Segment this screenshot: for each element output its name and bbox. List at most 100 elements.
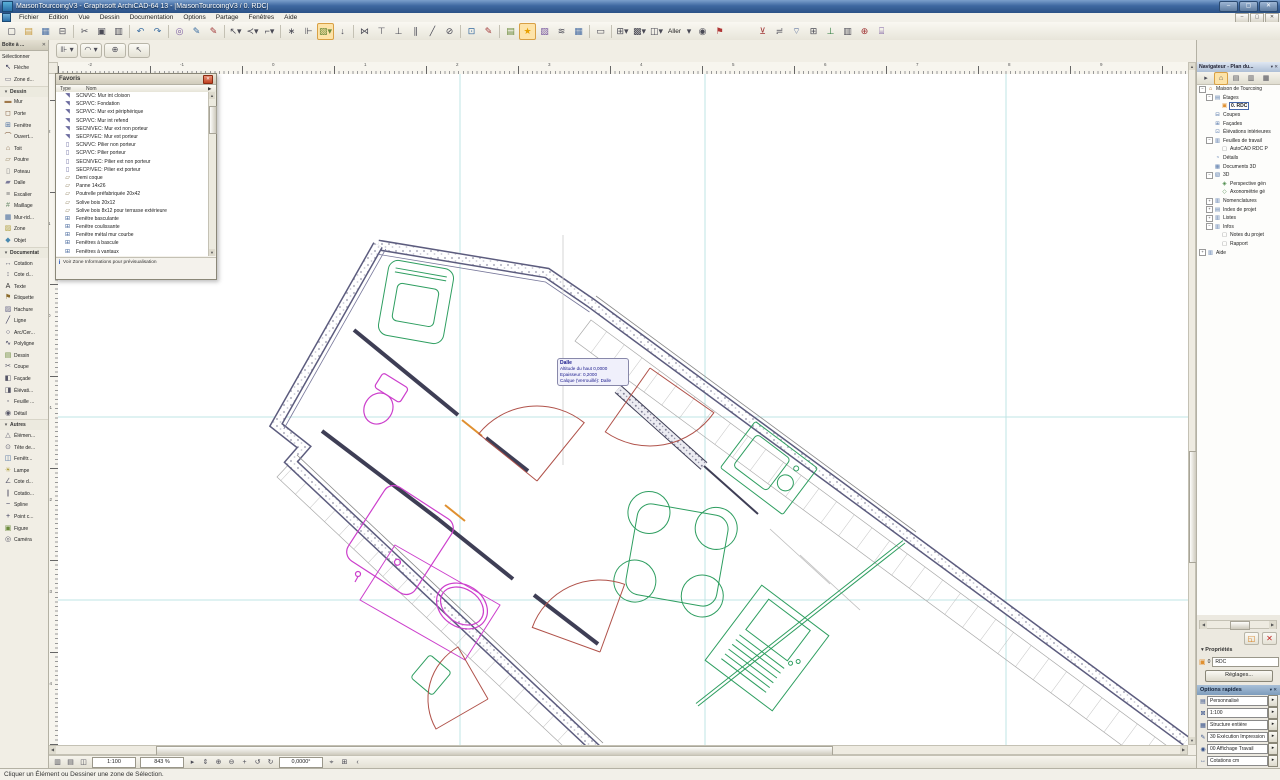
tree-0-rdc[interactable]: ▣ 0. RDC <box>1197 102 1280 111</box>
window-layout-dropdown[interactable]: ⊞▾ <box>614 23 631 40</box>
tw-send-button[interactable]: ⊻ <box>754 23 771 40</box>
quick-option-arrow[interactable]: ▸ <box>1268 731 1278 743</box>
navigator-close-button[interactable]: ✕ <box>1262 632 1277 645</box>
tree-expander-icon[interactable]: − <box>1206 137 1213 145</box>
pet-selection-dropdown[interactable]: ⊪ ▾ <box>56 43 78 58</box>
quick-option-value[interactable]: 1:100 <box>1207 708 1268 718</box>
favorites-item-solive-bois-20x12[interactable]: ▱ Solive bois 20x12 <box>56 198 209 206</box>
toolbox-item-dessin[interactable]: ▾ Dessin <box>0 85 48 97</box>
undo-button[interactable]: ↶ <box>132 23 149 40</box>
menu-item-aide[interactable]: Aide <box>279 13 302 22</box>
scroll-up-arrow[interactable]: ▲ <box>1189 63 1195 70</box>
tool-texte[interactable]: A Texte <box>0 281 48 293</box>
layout-book-button[interactable]: ▥ <box>1244 72 1258 85</box>
suspend-groups-button[interactable]: ⊘ <box>441 23 458 40</box>
maximize-button[interactable]: ▢ <box>1239 1 1258 12</box>
favorites-item-fenetre-basculante[interactable]: ⊞ Fenêtre basculante <box>56 215 209 223</box>
tool-polyligne[interactable]: ∿ Polyligne <box>0 339 48 351</box>
solid-ops-button[interactable]: ⊞ <box>805 23 822 40</box>
tree-axonometrie[interactable]: ◇ Axonométrie gé <box>1197 188 1280 197</box>
open-button[interactable]: ▤ <box>20 23 37 40</box>
navigator-title-buttons[interactable]: ▾ ✕ <box>1271 64 1278 70</box>
tool-mur-rideau[interactable]: ▦ Mur-rid... <box>0 212 48 224</box>
favorites-close-button[interactable]: ✕ <box>203 74 213 84</box>
doc-tools-button[interactable]: ▥ <box>839 23 856 40</box>
favorites-item-secn-vec-mur-ext-non-porteur[interactable]: ◥ SECN/VEC: Mur ext non porteur <box>56 125 209 133</box>
horizontal-scrollbar[interactable]: ◀ ▶ <box>48 745 1188 756</box>
intersect-button[interactable]: ⋈ <box>356 23 373 40</box>
tool-cote-de-niveau[interactable]: ↕ Cote d... <box>0 269 48 281</box>
new-document-button[interactable]: ▢ <box>3 23 20 40</box>
quick-option-arrow[interactable]: ▸ <box>1268 755 1278 767</box>
orientation-angle-field[interactable]: 0,0000° <box>277 757 325 768</box>
mdi-minimize-button[interactable]: – <box>1235 12 1249 23</box>
guide-lines-button[interactable]: ⊩ <box>300 23 317 40</box>
split-button[interactable]: ⊤ <box>373 23 390 40</box>
add-on-button[interactable]: ⊕ <box>856 23 873 40</box>
attribute-manager-button[interactable]: ▦ <box>570 23 587 40</box>
favorites-item-demi-coque[interactable]: ▱ Demi coque <box>56 174 209 182</box>
inject-parameters-button[interactable]: ✎ <box>188 23 205 40</box>
tool-element[interactable]: △ Élémen... <box>0 430 48 442</box>
quick-options-title-buttons[interactable]: ▾ ✕ <box>1270 687 1277 693</box>
navigator-title-bar[interactable]: Navigateur - Plan du... ▾ ✕ <box>1197 62 1280 72</box>
quick-options-title-bar[interactable]: Options rapides ▾ ✕ <box>1197 685 1280 695</box>
tree-notes-du-projet[interactable]: ▢ Notes du projet <box>1197 231 1280 240</box>
tool-hachure[interactable]: ▨ Hachure <box>0 304 48 316</box>
pet-geometry-dropdown[interactable]: ◠ ▾ <box>80 43 102 58</box>
tool-feuille-de-travail[interactable]: ▫ Feuille ... <box>0 396 48 408</box>
menu-item-documentation[interactable]: Documentation <box>125 13 179 22</box>
favorites-item-scn-vc-mur-int-cloison[interactable]: ◥ SCN/VC: Mur int cloison <box>56 92 209 100</box>
favorites-item-fenetres-a-bascule[interactable]: ⊞ Fenêtres à bascule <box>56 239 209 247</box>
navigator-scrollbar[interactable]: ◀ ▶ <box>1199 620 1277 630</box>
favorites-item-scp-vc-pilier-porteur[interactable]: ▯ SCP/VC: Pilier porteur <box>56 149 209 157</box>
tree-expander-icon[interactable]: − <box>1199 85 1206 93</box>
tool-tete-de-mur[interactable]: ⊙ Tête de... <box>0 442 48 454</box>
tool-objet[interactable]: ◆ Objet <box>0 235 48 247</box>
tool-mur[interactable]: ▬ Mur <box>0 97 48 109</box>
favorites-item-secp-vec-pilier-ext-porteur[interactable]: ▯ SECP/VEC: Pilier ext porteur <box>56 166 209 174</box>
zoom-in-button[interactable]: ⊕ <box>212 757 225 768</box>
minimize-button[interactable]: – <box>1219 1 1238 12</box>
toolbox-close-icon[interactable]: ✕ <box>42 42 46 48</box>
energy-button[interactable]: ⌔ <box>788 23 805 40</box>
quick-option-value[interactable]: 00 Affichage Travail <box>1207 744 1268 754</box>
tree-details[interactable]: ◔ Détails <box>1197 154 1280 163</box>
tree-expander-icon[interactable]: + <box>1206 197 1213 205</box>
tool-facade[interactable]: ◧ Façade <box>0 373 48 385</box>
toolbox-item-autres[interactable]: ▾ Autres <box>0 419 48 431</box>
tool-porte[interactable]: ◻ Porte <box>0 108 48 120</box>
tree-documents-3d[interactable]: ▦ Documents 3D <box>1197 162 1280 171</box>
menu-item-partage[interactable]: Partage <box>211 13 244 22</box>
model-paper-toggle[interactable]: ▥ <box>51 757 64 768</box>
snap-points-button[interactable]: ∗ <box>283 23 300 40</box>
mark-up-button[interactable]: ⚑ <box>711 23 728 40</box>
project-chooser-button[interactable]: ▸ <box>1199 72 1213 85</box>
navigator-scroll-thumb[interactable] <box>1230 621 1250 630</box>
tool-cote-angle[interactable]: ∠ Cote d... <box>0 477 48 489</box>
print-button[interactable]: ⊟ <box>54 23 71 40</box>
navigator-palette-button[interactable]: ◱ <box>1244 632 1259 645</box>
library-manager-button[interactable]: ▨ <box>536 23 553 40</box>
tool-cotation-rayon[interactable]: ∥ Cotatio... <box>0 488 48 500</box>
profile-manager-button[interactable]: ≋ <box>553 23 570 40</box>
layer-settings-dropdown[interactable]: ▧▾ <box>317 22 334 40</box>
quick-option-arrow[interactable]: ▸ <box>1268 743 1278 755</box>
favorites-item-scp-vc-mur-int-refend[interactable]: ◥ SCP/VC: Mur int refend <box>56 117 209 125</box>
menu-item-dessin[interactable]: Dessin <box>95 13 125 22</box>
favorites-item-scp-vc-mur-ext-peripherique[interactable]: ◥ SCP/VC: Mur ext périphérique <box>56 108 209 116</box>
menu-item-fichier[interactable]: Fichier <box>14 13 44 22</box>
quick-option-value[interactable]: 30 Exécution Impression <box>1207 732 1268 742</box>
tree-autocad-rdc[interactable]: ▢ AutoCAD RDC P <box>1197 145 1280 154</box>
tree-coupes[interactable]: ⊟ Coupes <box>1197 111 1280 120</box>
menu-item-options[interactable]: Options <box>178 13 210 22</box>
tool-cotation[interactable]: ↔ Cotation <box>0 258 48 270</box>
menu-item-edition[interactable]: Edition <box>44 13 74 22</box>
tool-ligne[interactable]: ╱ Ligne <box>0 315 48 327</box>
trim-options-dropdown[interactable]: ≺▾ <box>244 23 261 40</box>
zoom-menu-button[interactable]: ▸ <box>186 757 199 768</box>
favorites-item-poutrelle-prefabriquee-20x42[interactable]: ▱ Poutrelle préfabriquée 20x42 <box>56 190 209 198</box>
favorites-scroll-up[interactable]: ▲ <box>209 92 215 99</box>
favorites-button[interactable]: ★ <box>519 22 536 40</box>
tree-rapport[interactable]: ▢ Rapport <box>1197 240 1280 249</box>
